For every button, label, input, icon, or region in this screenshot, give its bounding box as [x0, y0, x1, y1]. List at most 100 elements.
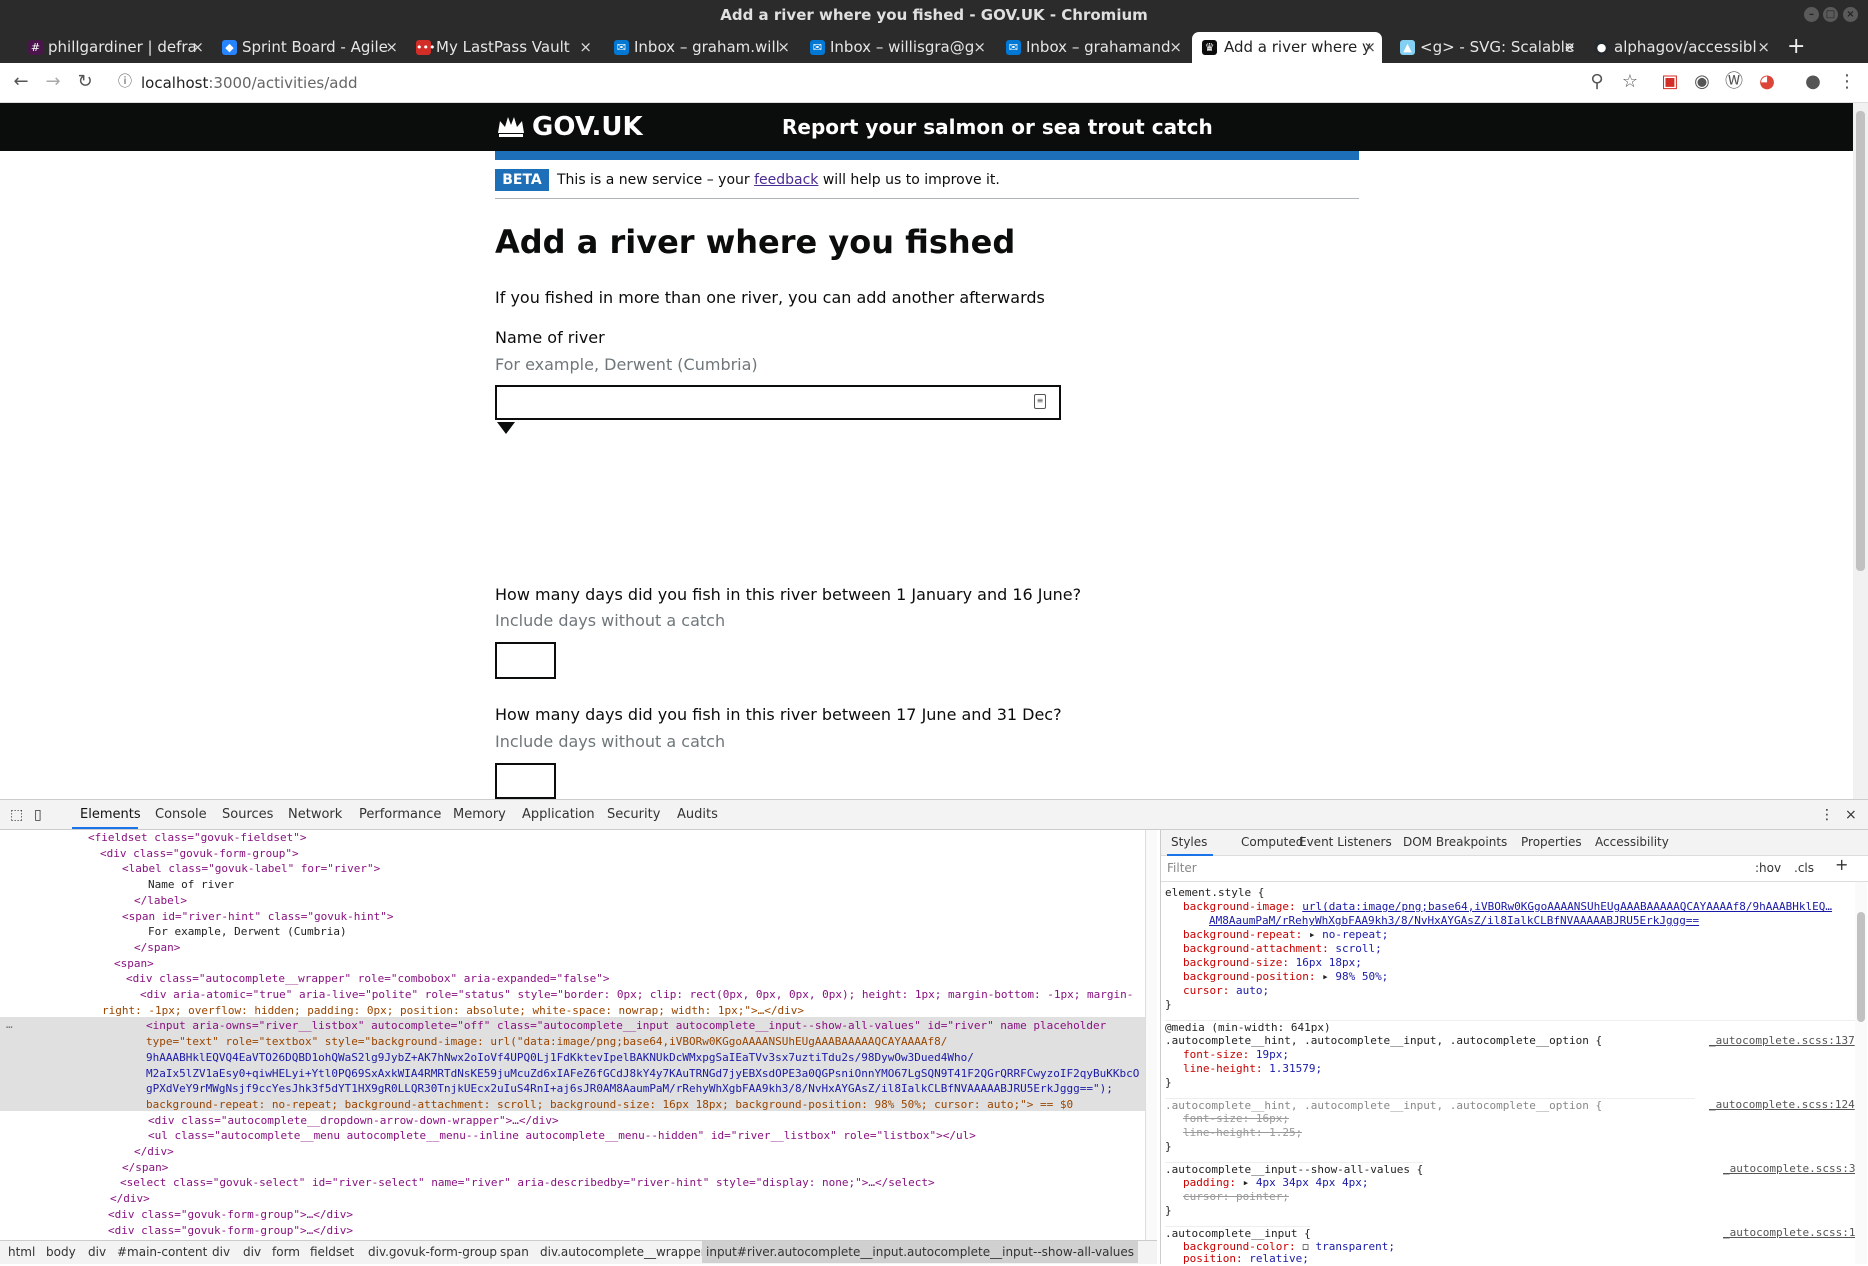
- tab-close-icon[interactable]: ×: [1563, 32, 1576, 63]
- source-link[interactable]: _autocomplete.scss:137: [1709, 1034, 1855, 1048]
- dropdown-arrow-icon[interactable]: [497, 422, 515, 434]
- styles-scrollbar[interactable]: [1855, 882, 1867, 1264]
- dom-line-selected[interactable]: 9hAAABHklEQVQ4EaVTO26DQBD1ohQWaS2lg9JybZ…: [146, 1050, 1140, 1066]
- side-tab-accessibility[interactable]: Accessibility: [1595, 835, 1669, 849]
- dom-line[interactable]: <ul class="autocomplete__menu autocomple…: [148, 1128, 976, 1144]
- style-selector[interactable]: .autocomplete__input--show-all-values {: [1165, 1162, 1424, 1177]
- dom-line[interactable]: <div class="govuk-form-group">…</div>: [108, 1207, 353, 1223]
- side-tab-styles[interactable]: Styles: [1171, 835, 1207, 849]
- dom-line[interactable]: <div aria-atomic="true" aria-live="polit…: [140, 987, 1140, 1003]
- dom-line-selected[interactable]: background-repeat: no-repeat; background…: [146, 1097, 1140, 1113]
- style-selector[interactable]: .autocomplete__input {: [1165, 1226, 1311, 1241]
- devtools-tab-audits[interactable]: Audits: [677, 806, 718, 824]
- dom-line-selected[interactable]: <input aria-owns="river__listbox" autoco…: [146, 1018, 1140, 1034]
- service-name[interactable]: Report your salmon or sea trout catch: [782, 113, 1213, 141]
- side-tab-computed[interactable]: Computed: [1241, 835, 1303, 849]
- back-icon[interactable]: ←: [10, 71, 32, 93]
- browser-tab[interactable]: ● alphagov/accessibl ×: [1592, 32, 1770, 63]
- dom-line[interactable]: <fieldset class="govuk-fieldset">: [88, 830, 307, 846]
- cls-toggle[interactable]: .cls: [1794, 861, 1814, 875]
- chrome-extension-icon[interactable]: ◕: [1756, 71, 1778, 93]
- style-declaration-overridden[interactable]: font-size: 16px;: [1183, 1112, 1289, 1126]
- devtools-tab-security[interactable]: Security: [607, 806, 660, 824]
- source-link[interactable]: _autocomplete.scss:17: [1723, 1226, 1862, 1240]
- dom-line[interactable]: Name of river: [148, 877, 234, 893]
- dom-line-selected[interactable]: gPXdVeY9rMWgNsjf9ccYesJhk3f5dYT1HX9gR0LL…: [146, 1081, 1140, 1097]
- dom-line-selected[interactable]: type="text" role="textbox" style="backgr…: [146, 1034, 1140, 1050]
- tab-close-icon[interactable]: ×: [1169, 32, 1182, 63]
- browser-tab[interactable]: ◆ Sprint Board - Agile ×: [220, 32, 398, 63]
- tab-close-icon[interactable]: ×: [579, 32, 592, 63]
- days-jan-jun-input[interactable]: [495, 642, 556, 679]
- source-link[interactable]: _autocomplete.scss:36: [1723, 1162, 1862, 1176]
- dom-line[interactable]: <div class="govuk-form-group">…</div>: [108, 1223, 353, 1239]
- lastpass-extension-icon[interactable]: ▣: [1659, 71, 1681, 93]
- styles-filter-input[interactable]: Filter: [1167, 861, 1197, 875]
- style-value[interactable]: AM8AaumPaM/rRehyWhXgbFAA9kh3/8/NvHxAYGAs…: [1209, 914, 1849, 928]
- zoom-icon[interactable]: ⚲: [1586, 71, 1608, 93]
- minimize-icon[interactable]: –: [1804, 7, 1819, 22]
- tab-close-icon[interactable]: ×: [973, 32, 986, 63]
- style-declaration[interactable]: font-size: 19px;: [1183, 1048, 1289, 1062]
- dom-line[interactable]: <label class="govuk-label" for="river">: [122, 861, 380, 877]
- breadcrumb-item[interactable]: div.govuk-form-group: [368, 1241, 497, 1263]
- breadcrumb-item[interactable]: div: [212, 1241, 230, 1263]
- dom-line[interactable]: </div>: [134, 1144, 174, 1160]
- dom-line[interactable]: <span>: [114, 956, 154, 972]
- style-declaration[interactable]: position: relative;: [1183, 1252, 1309, 1266]
- style-declaration[interactable]: line-height: 1.31579;: [1183, 1062, 1322, 1076]
- inspect-element-icon[interactable]: ⬚: [10, 806, 23, 824]
- site-info-icon[interactable]: ⓘ: [114, 71, 136, 93]
- days-jun-dec-input[interactable]: [495, 763, 556, 799]
- reload-icon[interactable]: ↻: [74, 71, 96, 93]
- breadcrumb-item[interactable]: html: [8, 1241, 35, 1263]
- style-selector[interactable]: element.style {: [1165, 886, 1264, 900]
- style-value[interactable]: url(data:image/png;base64,iVBORw0KGgoAAA…: [1302, 900, 1832, 913]
- tab-close-icon[interactable]: ×: [1363, 32, 1376, 63]
- elements-tree[interactable]: … <fieldset class="govuk-fieldset"> <div…: [0, 830, 1145, 1240]
- tab-close-icon[interactable]: ×: [385, 32, 398, 63]
- devtools-tab-application[interactable]: Application: [522, 806, 595, 824]
- river-autocomplete-input[interactable]: [495, 385, 1061, 420]
- maximize-icon[interactable]: □: [1823, 7, 1838, 22]
- devtools-tab-sources[interactable]: Sources: [222, 806, 273, 824]
- dom-line[interactable]: <div class="autocomplete__wrapper" role=…: [126, 971, 609, 987]
- breadcrumb-item[interactable]: div.autocomplete__wrapper: [540, 1241, 706, 1263]
- browser-tab[interactable]: ✉ Inbox – graham.will ×: [612, 32, 790, 63]
- devtools-tab-performance[interactable]: Performance: [359, 806, 441, 824]
- style-selector[interactable]: .autocomplete__hint, .autocomplete__inpu…: [1165, 1034, 1695, 1048]
- dom-line[interactable]: </span>: [122, 1160, 168, 1176]
- device-toolbar-icon[interactable]: ▯: [34, 806, 42, 824]
- extension-record-icon[interactable]: ◉: [1691, 71, 1713, 93]
- dom-line-selected[interactable]: M2aIx5lZV1aEsy0+qiwHELyi+Ytl0PQ69SxAxkWI…: [146, 1066, 1140, 1082]
- browser-tab[interactable]: ▲ <g> - SVG: Scalable ×: [1398, 32, 1576, 63]
- breadcrumb-item-active[interactable]: input#river.autocomplete__input.autocomp…: [702, 1241, 1139, 1263]
- browser-tab-active[interactable]: ♛ Add a river where y ×: [1192, 32, 1382, 63]
- hov-toggle[interactable]: :hov: [1755, 861, 1781, 875]
- breadcrumb-item[interactable]: div: [88, 1241, 106, 1263]
- style-declaration[interactable]: padding: ▸ 4px 34px 4px 4px;: [1183, 1176, 1368, 1190]
- dom-line[interactable]: <div class="autocomplete__dropdown-arrow…: [148, 1113, 559, 1129]
- tab-close-icon[interactable]: ×: [191, 32, 204, 63]
- govuk-logo[interactable]: GOV.UK: [532, 109, 643, 145]
- devtools-tab-elements[interactable]: Elements: [80, 806, 141, 824]
- node-ellipsis-icon[interactable]: …: [6, 1017, 13, 1033]
- style-declaration-overridden[interactable]: cursor: pointer;: [1183, 1190, 1289, 1204]
- browser-tab[interactable]: ✉ Inbox – grahamand ×: [1004, 32, 1182, 63]
- dom-line[interactable]: right: -1px; overflow: hidden; padding: …: [102, 1003, 1142, 1019]
- style-declaration[interactable]: background-repeat: ▸ no-repeat;: [1183, 928, 1388, 942]
- style-declaration[interactable]: cursor: auto;: [1183, 984, 1269, 998]
- breadcrumb-item[interactable]: body: [46, 1241, 76, 1263]
- devtools-tab-network[interactable]: Network: [288, 806, 342, 824]
- side-tab-event-listeners[interactable]: Event Listeners: [1299, 835, 1392, 849]
- tab-close-icon[interactable]: ×: [777, 32, 790, 63]
- style-declaration-overridden[interactable]: line-height: 1.25;: [1183, 1126, 1302, 1140]
- breadcrumb-item[interactable]: span: [500, 1241, 529, 1263]
- feedback-link[interactable]: feedback: [754, 172, 818, 188]
- style-declaration[interactable]: background-attachment: scroll;: [1183, 942, 1382, 956]
- new-style-rule-icon[interactable]: +: [1835, 857, 1848, 873]
- style-declaration[interactable]: background-position: ▸ 98% 50%;: [1183, 970, 1388, 984]
- browser-tab[interactable]: ✉ Inbox – willisgra@g ×: [808, 32, 986, 63]
- breadcrumb-item[interactable]: #main-content: [117, 1241, 207, 1263]
- dom-line[interactable]: For example, Derwent (Cumbria): [148, 924, 347, 940]
